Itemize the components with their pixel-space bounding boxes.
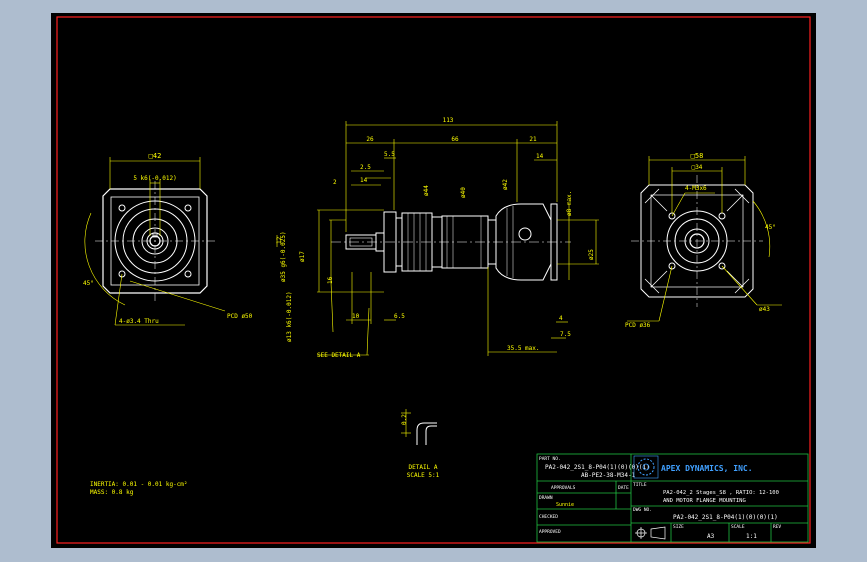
dim-side-d40: ø40: [460, 187, 467, 198]
tb-checked-label: CHECKED: [539, 514, 558, 520]
dim-side-35-5: 35.5 max.: [507, 345, 540, 352]
dim-side-14b: 14: [360, 177, 368, 184]
tb-rev-label: REV: [773, 524, 781, 530]
tb-title-1: PA2-042_2 Stages_S8 , RATIO: 12-100: [663, 490, 779, 496]
dim-side-10: 10: [352, 313, 360, 320]
note-inertia: INERTIA: 0.01 - 0.01 kg-cm²: [90, 481, 188, 488]
front-bolt-hole: [184, 204, 192, 212]
dim-side-14: 14: [536, 153, 544, 160]
motor-adapter-hole: [518, 227, 532, 241]
tb-size: A3: [707, 533, 715, 540]
dim-side-d35: ø35 g6(-0.025): [280, 231, 287, 282]
dim-side-d25: ø25: [588, 249, 595, 260]
dim-side-5-5: 5.5: [384, 151, 395, 158]
motor-flange-view: □58 □34 4-M3x6 45° ø43 PCD ø36: [625, 152, 782, 329]
tb-scale-label: SCALE: [731, 524, 745, 530]
tb-title-2: AND MOTOR FLANGE MOUNTING: [663, 498, 746, 504]
dim-front-angle: 45°: [83, 280, 94, 287]
title-block: PART NO. PA2-042_2S1_8-P04(1)(0)(0)(1) A…: [536, 453, 809, 543]
detail-a: 0.2 DETAIL A SCALE 5:1: [401, 409, 440, 479]
drawing-sheet: □42 5 k6(-0.012) 12 45° PCD ø50 4-ø3.4 T…: [51, 13, 816, 548]
dim-motor-d43: ø43: [759, 306, 770, 313]
dim-side-d42: ø42: [502, 179, 509, 190]
note-see-detail: SEE DETAIL A: [317, 352, 361, 359]
projection-symbol-icon: [635, 526, 666, 540]
dim-motor-34: □34: [692, 164, 703, 171]
tb-title-label: TITLE: [633, 482, 647, 488]
dim-front-square: □42: [149, 152, 162, 160]
motor-bolt-hole: [718, 212, 726, 220]
detail-scale: SCALE 5:1: [407, 472, 440, 479]
dim-side-d8: ø8 max.: [566, 191, 573, 216]
dim-side-7-5: 7.5: [560, 331, 571, 338]
tb-approved-label: APPROVED: [539, 529, 561, 535]
cad-viewport: □42 5 k6(-0.012) 12 45° PCD ø50 4-ø3.4 T…: [0, 0, 867, 562]
dim-side-2-5: 2.5: [360, 164, 371, 171]
tb-date-label: DATE: [618, 485, 629, 491]
dim-side-21: 21: [529, 136, 537, 143]
dim-side-d17: ø17: [299, 251, 306, 262]
dim-side-26: 26: [366, 136, 374, 143]
dim-side-4: 4: [559, 315, 563, 322]
drawing-canvas: □42 5 k6(-0.012) 12 45° PCD ø50 4-ø3.4 T…: [56, 16, 811, 544]
dim-side-6-5: 6.5: [394, 313, 405, 320]
note-front-holes: 4-ø3.4 Thru: [119, 318, 159, 325]
tb-drawn-by: Sunnie: [556, 502, 574, 508]
dim-side-d44: ø44: [423, 185, 430, 196]
front-bolt-hole: [118, 204, 126, 212]
tb-dwg-no-label: DWG NO.: [633, 507, 652, 513]
dim-front-key: 5 k6(-0.012): [133, 175, 176, 182]
tb-dwg-no: PA2-042_2S1_8-P04(1)(0)(0)(1): [673, 514, 778, 521]
front-view: □42 5 k6(-0.012) 12 45° PCD ø50 4-ø3.4 T…: [83, 152, 283, 326]
side-view: 113 26 66 21 5.5 14 2.5 2 14 ø44 ø40 ø42…: [280, 117, 599, 359]
tb-part-no-label: PART NO.: [539, 456, 561, 462]
note-mass: MASS: 0.8 kg: [90, 489, 134, 496]
dim-front-pcd: PCD ø50: [227, 313, 253, 320]
front-bolt-hole: [184, 270, 192, 278]
tb-company: APEX DYNAMICS, INC.: [661, 464, 753, 473]
dim-motor-pcd: PCD ø36: [625, 322, 651, 329]
detail-title: DETAIL A: [409, 464, 438, 471]
dim-side-2: 2: [333, 179, 337, 186]
dim-motor-screws: 4-M3x6: [685, 185, 707, 192]
motor-dimensions: [627, 156, 782, 322]
tb-approvals-label: APPROVALS: [551, 485, 576, 491]
detail-groove: [425, 425, 437, 445]
dim-side-66: 66: [451, 136, 459, 143]
dim-motor-58: □58: [691, 152, 704, 160]
dim-side-overall: 113: [443, 117, 454, 124]
tb-scale: 1:1: [746, 533, 757, 540]
dim-motor-angle: 45°: [765, 224, 776, 231]
tb-drawn-label: DRAWN: [539, 495, 553, 501]
dim-side-16: 16: [327, 276, 334, 284]
dim-side-d13: ø13 k6(-0.012): [286, 291, 293, 342]
tb-part-no-2: AB-PE2-38-M34-1: [581, 472, 636, 479]
dim-detail: 0.2: [401, 414, 408, 425]
tb-size-label: SIZE: [673, 524, 684, 530]
